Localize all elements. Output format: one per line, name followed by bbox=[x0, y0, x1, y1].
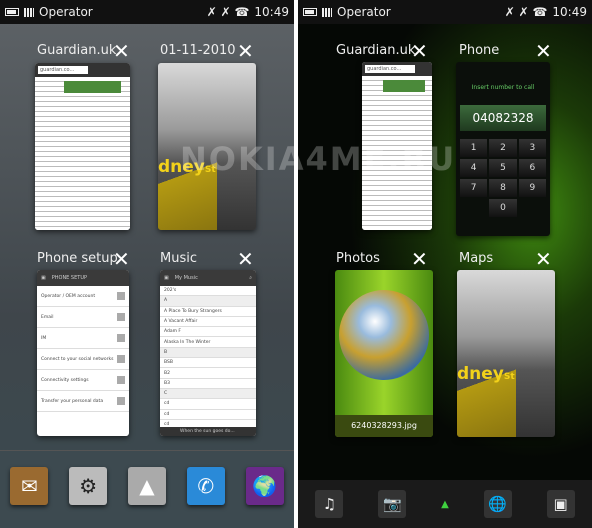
list-item[interactable]: C bbox=[160, 388, 256, 400]
task-title: Photos bbox=[336, 251, 380, 266]
list-item[interactable]: Transfer your personal data bbox=[37, 391, 129, 412]
keypad-key[interactable]: 1 bbox=[460, 139, 488, 157]
checkbox[interactable] bbox=[117, 334, 125, 342]
dock-maps-icon[interactable]: 🌍 bbox=[245, 466, 284, 505]
status-bar: Operator ✗ ✗ ☎ 10:49 bbox=[298, 0, 592, 24]
close-icon[interactable]: ✕ bbox=[237, 249, 254, 269]
close-icon[interactable]: ✕ bbox=[411, 249, 428, 269]
close-icon[interactable]: ✕ bbox=[535, 249, 552, 269]
checkbox[interactable] bbox=[117, 397, 125, 405]
list-item[interactable]: Connectivity settings bbox=[37, 370, 129, 391]
task-title: Guardian.uk bbox=[37, 43, 117, 58]
task-title: Phone setup bbox=[37, 251, 118, 266]
task-title: Guardian.uk bbox=[336, 43, 416, 58]
dock-browser-icon[interactable]: 🌐 bbox=[483, 490, 512, 518]
list-item-label: Email bbox=[41, 314, 54, 320]
list-item[interactable]: B2 bbox=[160, 368, 256, 379]
task-title: Phone bbox=[459, 43, 500, 58]
task-thumbnail-dialer[interactable]: Insert number to call 04082328 123456789… bbox=[456, 62, 550, 236]
close-icon[interactable]: ✕ bbox=[113, 41, 130, 61]
left-screen: Operator ✗ ✗ ☎ 10:49 Guardian.uk ✕ guard… bbox=[0, 0, 294, 528]
keypad-key[interactable]: 3 bbox=[518, 139, 546, 157]
status-bar: Operator ✗ ✗ ☎ 10:49 bbox=[0, 0, 294, 24]
dock-mail-icon[interactable]: ✉ bbox=[10, 466, 49, 505]
now-playing: When the sun goes do... bbox=[160, 427, 256, 436]
keypad-key[interactable]: 6 bbox=[518, 159, 546, 177]
list-item[interactable]: BSB bbox=[160, 358, 256, 369]
keypad-key[interactable]: 9 bbox=[518, 179, 546, 197]
task-thumbnail-guardian[interactable]: guardian.co... bbox=[362, 62, 432, 230]
bluetooth-icon: ✗ ✗ ☎ bbox=[206, 5, 250, 19]
list-item[interactable]: Email bbox=[37, 307, 129, 328]
dock: ✉ ⚙ ▲ ✆ 🌍 bbox=[0, 450, 294, 520]
number-display: 04082328 bbox=[460, 105, 546, 131]
task-title: Music bbox=[160, 251, 197, 266]
task-thumbnail-photo[interactable]: dneySt bbox=[158, 63, 256, 230]
dock-camera-icon[interactable]: 📷 bbox=[378, 490, 407, 518]
clock: 10:49 bbox=[254, 5, 289, 19]
task-thumbnail-music[interactable]: ▣ My Music ⌕ 202's A A Place To Bury Strange… bbox=[160, 270, 256, 436]
task-title: Maps bbox=[459, 251, 494, 266]
close-icon[interactable]: ✕ bbox=[113, 249, 130, 269]
list-item[interactable]: cd bbox=[160, 410, 256, 420]
signal-icon bbox=[322, 7, 332, 17]
task-thumbnail-maps[interactable]: dneySt bbox=[457, 270, 555, 437]
keypad-key[interactable]: 7 bbox=[460, 179, 488, 197]
settings-icon: ▣ bbox=[41, 275, 46, 281]
clock: 10:49 bbox=[552, 5, 587, 19]
list-item[interactable]: IM bbox=[37, 328, 129, 349]
close-icon[interactable]: ✕ bbox=[237, 41, 254, 61]
checkbox[interactable] bbox=[117, 376, 125, 384]
keypad-key[interactable]: 5 bbox=[489, 159, 517, 177]
list-item-label: IM bbox=[41, 335, 47, 341]
list-item-label: Connectivity settings bbox=[41, 377, 89, 383]
list-item[interactable]: Adam F bbox=[160, 327, 256, 338]
list-item[interactable]: A Vacant Affair bbox=[160, 317, 256, 328]
keypad-key[interactable]: 8 bbox=[489, 179, 517, 197]
list-item[interactable]: Operator / OEM account bbox=[37, 286, 129, 307]
battery-icon bbox=[303, 8, 317, 16]
dock-contacts-icon[interactable]: ▣ bbox=[546, 490, 575, 518]
list-item-label: Transfer your personal data bbox=[41, 398, 104, 404]
list-item[interactable]: A bbox=[160, 296, 256, 307]
dock-music-icon[interactable]: ♫ bbox=[315, 490, 344, 518]
checkbox[interactable] bbox=[117, 313, 125, 321]
list-item[interactable]: 202's bbox=[160, 286, 256, 297]
task-thumbnail-guardian[interactable]: guardian.co... bbox=[35, 63, 130, 230]
dock-phone-icon[interactable]: ✆ bbox=[186, 466, 225, 505]
list-item[interactable]: B3 bbox=[160, 379, 256, 389]
operator-name: Operator bbox=[337, 5, 391, 19]
keypad-key[interactable]: 0 bbox=[489, 199, 517, 217]
list-item[interactable]: Connect to your social networks bbox=[37, 349, 129, 370]
task-title: 01-11-2010 bbox=[160, 43, 236, 58]
list-item[interactable]: Alaska In The Winter bbox=[160, 337, 256, 348]
dock: ♫ 📷 ▲ 🌐 ▣ bbox=[298, 480, 592, 528]
right-screen: Operator ✗ ✗ ☎ 10:49 Guardian.uk ✕ guard… bbox=[298, 0, 592, 528]
list-item[interactable]: A Place To Bury Strangers bbox=[160, 307, 256, 317]
battery-icon bbox=[5, 8, 19, 16]
task-thumbnail-phone-setup[interactable]: ▣ PHONE SETUP Operator / OEM account Email… bbox=[37, 270, 129, 436]
operator-name: Operator bbox=[39, 5, 93, 19]
list-item-label: Connect to your social networks bbox=[41, 356, 114, 362]
task-thumbnail-photos[interactable]: 6240328293.jpg bbox=[335, 270, 433, 437]
checkbox[interactable] bbox=[117, 355, 125, 363]
close-icon[interactable]: ✕ bbox=[535, 41, 552, 61]
signal-icon bbox=[24, 7, 34, 17]
dock-task-switcher-icon[interactable]: ▲ bbox=[127, 466, 166, 505]
keypad-key[interactable]: 4 bbox=[460, 159, 488, 177]
marble-image bbox=[339, 290, 429, 380]
checkbox[interactable] bbox=[117, 292, 125, 300]
list-item[interactable]: B bbox=[160, 347, 256, 359]
search-icon: ⌕ bbox=[249, 275, 252, 281]
dock-settings-icon[interactable]: ⚙ bbox=[69, 466, 108, 505]
close-icon[interactable]: ✕ bbox=[411, 41, 428, 61]
list-item[interactable]: cd bbox=[160, 399, 256, 410]
dock-task-switcher-icon[interactable]: ▲ bbox=[441, 499, 449, 510]
keypad-key[interactable]: 2 bbox=[489, 139, 517, 157]
bluetooth-icon: ✗ ✗ ☎ bbox=[504, 5, 548, 19]
list-item-label: Operator / OEM account bbox=[41, 293, 96, 299]
